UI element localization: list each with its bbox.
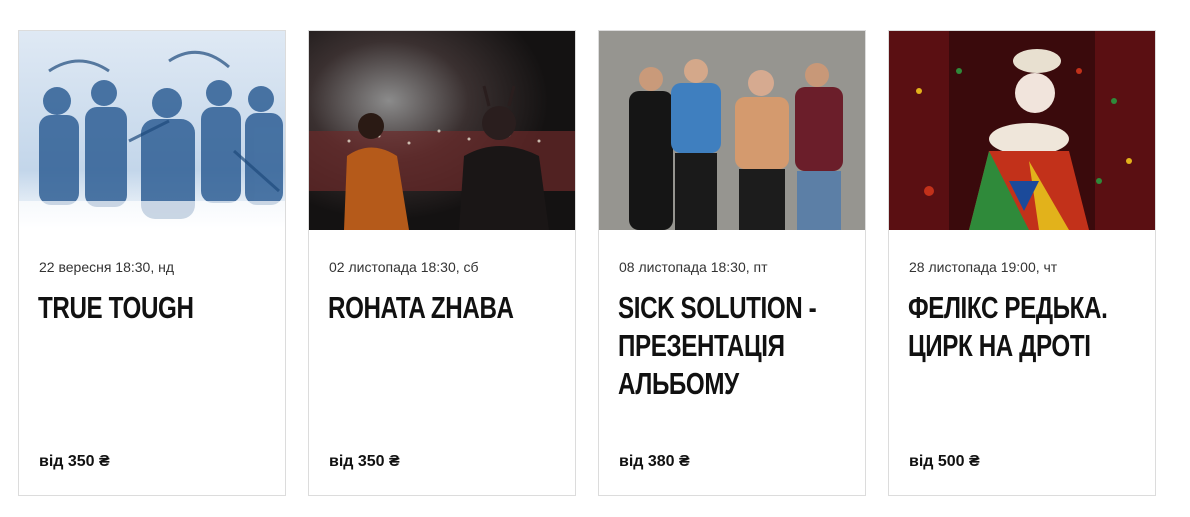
event-title[interactable]: ФЕЛІКС РЕДЬКА. ЦИРК НА ДРОТІ	[908, 289, 1142, 365]
event-card[interactable]: 22 вересня 18:30, нд TRUE TOUGH від 350 …	[18, 30, 286, 496]
event-card[interactable]: 08 листопада 18:30, пт SICK SOLUTION - П…	[598, 30, 866, 496]
event-image[interactable]	[309, 31, 575, 230]
event-price: від 350 ₴	[329, 453, 400, 470]
event-image[interactable]	[889, 31, 1155, 230]
event-card[interactable]: 28 листопада 19:00, чт ФЕЛІКС РЕДЬКА. ЦИ…	[888, 30, 1156, 496]
event-date: 28 листопада 19:00, чт	[909, 259, 1058, 275]
event-date: 22 вересня 18:30, нд	[39, 259, 175, 275]
event-price: від 350 ₴	[39, 453, 110, 470]
event-date: 02 листопада 18:30, сб	[329, 259, 479, 275]
event-title[interactable]: TRUE TOUGH	[38, 289, 272, 327]
event-card[interactable]: 02 листопада 18:30, сб ROHATA ZHABA від …	[308, 30, 576, 496]
event-date: 08 листопада 18:30, пт	[619, 259, 768, 275]
event-price: від 380 ₴	[619, 453, 690, 470]
event-image[interactable]	[599, 31, 865, 230]
event-image[interactable]	[19, 31, 285, 230]
event-title[interactable]: ROHATA ZHABA	[328, 289, 562, 327]
event-price: від 500 ₴	[909, 453, 980, 470]
event-title[interactable]: SICK SOLUTION - ПРЕЗЕНТАЦІЯ АЛЬБОМУ	[618, 289, 852, 403]
